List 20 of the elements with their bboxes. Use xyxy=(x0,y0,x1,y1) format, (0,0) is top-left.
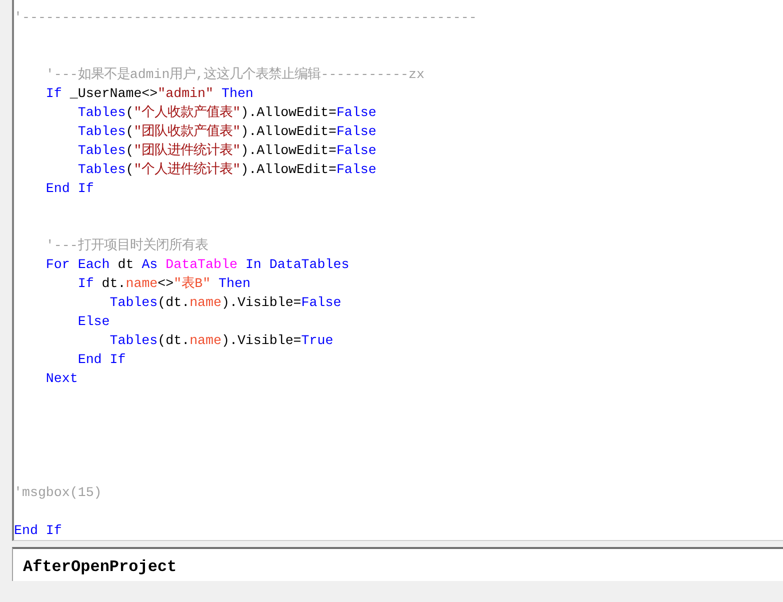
code-line: 'msgbox(15) xyxy=(14,484,102,502)
code-line: Else xyxy=(76,313,110,331)
code-line: Tables("团队进件统计表").AllowEdit=False xyxy=(76,142,376,160)
code-line: If dt.name<>"表B" Then xyxy=(76,275,250,293)
code-line: End If xyxy=(76,351,126,369)
event-title: AfterOpenProject xyxy=(23,557,177,577)
code-line: Tables("团队收款产值表").AllowEdit=False xyxy=(76,122,376,141)
code-line: '---如果不是admin用户,这这几个表禁止编辑-----------zx xyxy=(44,66,424,84)
code-line: If _UserName<>"admin" Then xyxy=(44,85,254,103)
code-line: End If xyxy=(14,522,62,540)
code-line: '---打开项目时关闭所有表 xyxy=(44,236,208,255)
code-line: '--------------------------------------------------------- xyxy=(14,9,477,27)
code-line: Next xyxy=(44,370,78,388)
code-line: Tables("个人进件统计表").AllowEdit=False xyxy=(76,160,376,179)
code-line: Tables(dt.name).Visible=True xyxy=(108,332,334,350)
code-editor[interactable] xyxy=(12,0,783,541)
code-line: For Each dt As DataTable In DataTables xyxy=(44,256,350,274)
code-line: Tables(dt.name).Visible=False xyxy=(108,294,342,312)
code-line: End If xyxy=(44,180,94,198)
code-line: Tables("个人收款产值表").AllowEdit=False xyxy=(76,104,376,122)
